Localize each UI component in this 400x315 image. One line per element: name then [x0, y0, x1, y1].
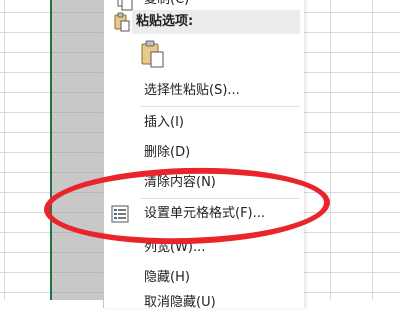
- column-gridline: [372, 0, 373, 300]
- menu-separator: [140, 106, 300, 107]
- menu-item-format-cells[interactable]: 设置单元格格式(F)...: [104, 202, 304, 226]
- menu-item-label: 删除(D): [144, 145, 191, 160]
- menu-item-label: 清除内容(N): [144, 175, 216, 190]
- paste-options-header: 粘贴选项:: [132, 10, 300, 34]
- paste-button[interactable]: [140, 40, 168, 70]
- paste-clipboard-icon: [140, 40, 168, 70]
- menu-item-insert[interactable]: 插入(I): [104, 111, 304, 135]
- menu-item-paste-special[interactable]: 选择性粘贴(S)...: [104, 79, 304, 103]
- menu-item-label: 取消隐藏(U): [144, 295, 216, 310]
- column-gridline: [330, 0, 331, 300]
- menu-item-clear-contents[interactable]: 清除内容(N): [104, 171, 304, 195]
- selected-column[interactable]: [50, 0, 105, 300]
- menu-separator: [140, 198, 300, 199]
- menu-item-column-width[interactable]: 列宽(W)...: [104, 236, 304, 260]
- menu-item-label: 设置单元格格式(F)...: [144, 206, 266, 221]
- menu-item-label: 插入(I): [144, 115, 184, 130]
- paste-options-label: 粘贴选项:: [136, 14, 194, 29]
- menu-item-label: 选择性粘贴(S)...: [144, 83, 240, 98]
- menu-item-label: 隐藏(H): [144, 270, 190, 285]
- format-cells-icon: [110, 204, 130, 224]
- clipboard-icon: [112, 12, 132, 32]
- menu-item-unhide[interactable]: 取消隐藏(U): [104, 291, 304, 315]
- column-gridline: [4, 0, 5, 300]
- menu-item-delete[interactable]: 删除(D): [104, 141, 304, 165]
- menu-item-label: 列宽(W)...: [144, 240, 206, 255]
- menu-item-hide[interactable]: 隐藏(H): [104, 266, 304, 290]
- context-menu: 复制(C) 粘贴选项: 选择性粘贴(S)... 插入(I) 删除(D) 清除内容: [103, 0, 304, 310]
